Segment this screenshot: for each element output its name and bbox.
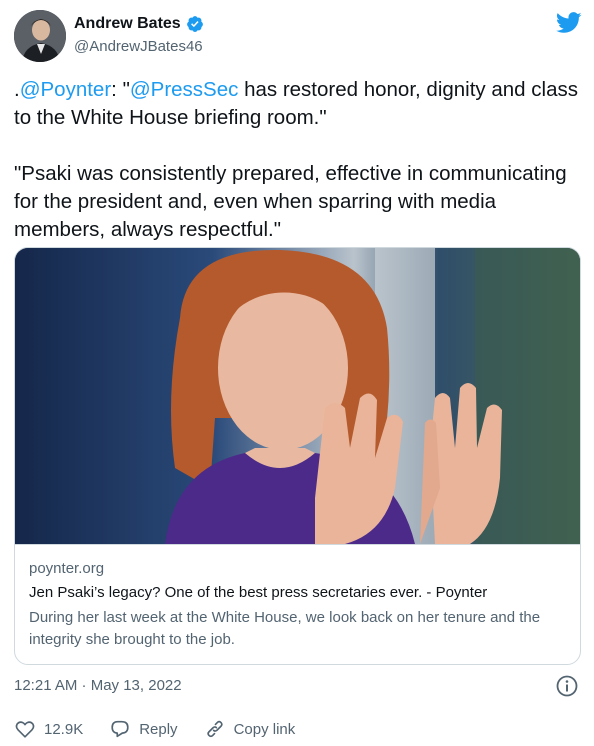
card-domain: poynter.org	[29, 560, 105, 577]
reply-label: Reply	[139, 720, 178, 738]
like-count: 12.9K	[44, 720, 84, 738]
speech-bubble-icon	[111, 720, 129, 738]
verified-badge-icon	[186, 16, 203, 32]
reply-button[interactable]: Reply	[109, 718, 178, 740]
copy-link-button[interactable]: Copy link	[204, 718, 296, 740]
tweet-text: .@Poynter: "@PressSec has restored honor…	[14, 76, 580, 244]
author-display-name[interactable]: Andrew Bates	[74, 15, 181, 33]
tweet-text-part-1: : "	[111, 78, 130, 101]
author-name-row[interactable]: Andrew Bates	[74, 15, 204, 33]
card-info[interactable]: poynter.org Jen Psaki’s legacy? One of t…	[15, 544, 580, 664]
link-preview-card[interactable]: poynter.org Jen Psaki’s legacy? One of t…	[14, 247, 581, 665]
tweet-text-part-2: has restored honor, dignity and class to…	[14, 78, 578, 241]
mention-presssec-link[interactable]: @PressSec	[130, 78, 239, 101]
card-title[interactable]: Jen Psaki’s legacy? One of the best pres…	[29, 584, 487, 601]
tweet: Andrew Bates @AndrewJBates46 .@Poynter: …	[0, 0, 594, 746]
tweet-actions: 12.9K Reply Copy link	[14, 718, 321, 740]
info-icon[interactable]	[555, 674, 579, 698]
twitter-bird-icon[interactable]	[556, 12, 582, 34]
like-button[interactable]: 12.9K	[14, 718, 83, 740]
author-handle[interactable]: @AndrewJBates46	[74, 38, 203, 55]
tweet-timestamp[interactable]: 12:21 AM · May 13, 2022	[14, 677, 182, 694]
card-image[interactable]	[15, 248, 580, 544]
avatar[interactable]	[14, 10, 66, 62]
link-icon	[206, 720, 223, 738]
mention-poynter-link[interactable]: @Poynter	[20, 78, 111, 101]
heart-icon	[15, 721, 35, 738]
card-description: During her last week at the White House,…	[29, 609, 541, 648]
copy-link-label: Copy link	[233, 720, 296, 738]
